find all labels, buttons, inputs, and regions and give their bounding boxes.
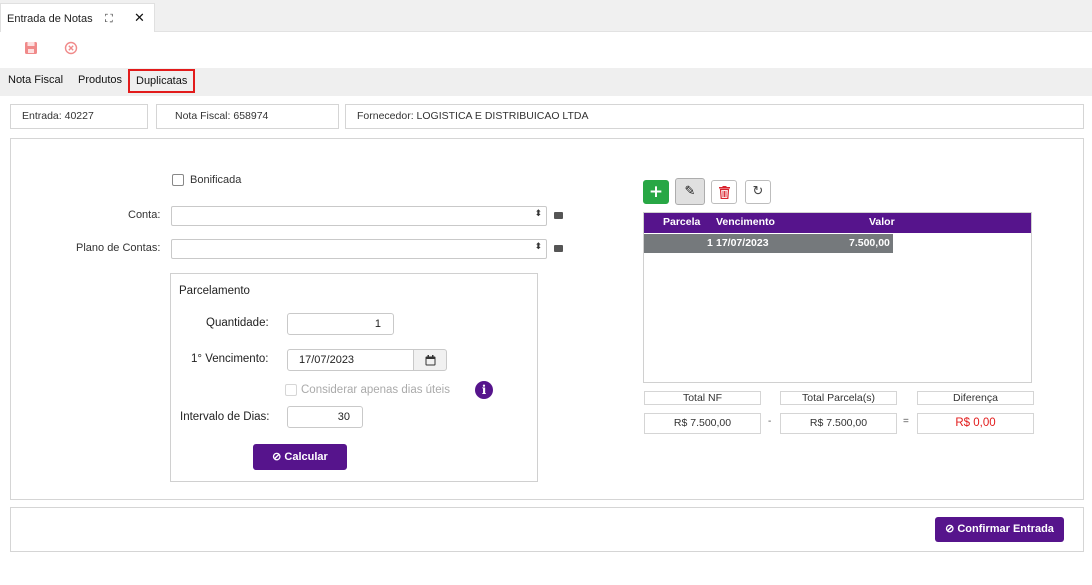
info-icon[interactable]: i — [475, 381, 493, 399]
calendar-icon — [425, 355, 436, 366]
cancel-icon[interactable] — [64, 41, 78, 55]
entrada-label: Entrada: — [22, 110, 62, 122]
grid-header: Parcela Vencimento Valor — [644, 213, 1031, 233]
equals-sign: = — [903, 416, 909, 427]
refresh-icon: ↻ — [752, 184, 764, 199]
list-icon[interactable] — [554, 212, 563, 219]
fornecedor-info: Fornecedor: LOGISTICA E DISTRIBUICAO LTD… — [345, 104, 1084, 129]
intervalo-label: Intervalo de Dias: — [180, 411, 270, 423]
parcelamento-title: Parcelamento — [179, 285, 250, 297]
total-nf-value: R$ 7.500,00 — [644, 413, 761, 434]
dias-uteis-label: Considerar apenas dias úteis — [301, 384, 450, 396]
total-parcelas-label: Total Parcela(s) — [780, 391, 897, 405]
edit-button[interactable]: ✎ — [675, 178, 705, 205]
plano-contas-label: Plano de Contas: — [76, 242, 161, 254]
sort-icon: ⬍ — [534, 242, 542, 252]
calendar-button[interactable] — [413, 349, 447, 371]
add-button[interactable]: + — [643, 180, 669, 204]
plus-icon: + — [648, 182, 664, 202]
bonificada-label: Bonificada — [190, 174, 242, 186]
refresh-button[interactable]: ↻ — [745, 180, 771, 204]
fornecedor-value: LOGISTICA E DISTRIBUICAO LTDA — [416, 110, 589, 122]
window-tab-bar: Entrada de Notas ⛶ ✕ — [0, 0, 1092, 32]
section-tabs: Nota Fiscal Produtos Duplicatas — [0, 68, 1092, 96]
intervalo-input[interactable]: 30 — [287, 406, 363, 428]
nota-fiscal-label: Nota Fiscal: — [175, 110, 231, 122]
total-parcelas-value: R$ 7.500,00 — [780, 413, 897, 434]
trash-icon — [719, 186, 730, 199]
cell-parcela: 1 — [707, 237, 713, 249]
cell-valor: 7.500,00 — [849, 237, 890, 249]
parcelamento-panel — [170, 273, 538, 482]
column-header-vencimento[interactable]: Vencimento — [716, 216, 775, 228]
diferenca-label: Diferença — [917, 391, 1034, 405]
duplicatas-grid: Parcela Vencimento Valor 1 17/07/2023 7.… — [643, 212, 1032, 383]
entrada-value: 40227 — [64, 110, 94, 122]
nota-fiscal-info: Nota Fiscal: 658974 — [156, 104, 339, 129]
tab-duplicatas[interactable]: Duplicatas — [128, 69, 196, 93]
total-nf-label: Total NF — [644, 391, 761, 405]
vencimento-input[interactable]: 17/07/2023 — [287, 349, 414, 371]
confirmar-entrada-label: Confirmar Entrada — [957, 523, 1054, 535]
cell-vencimento: 17/07/2023 — [716, 237, 769, 249]
calcular-button[interactable]: ⊘ Calcular — [253, 444, 347, 470]
confirmar-entrada-button[interactable]: ⊘ Confirmar Entrada — [935, 517, 1064, 542]
plano-contas-select[interactable]: ⬍ — [171, 239, 547, 259]
diferenca-value: R$ 0,00 — [917, 413, 1034, 434]
entrada-info: Entrada: 40227 — [10, 104, 148, 129]
expand-icon[interactable]: ⛶ — [105, 12, 113, 26]
list-icon[interactable] — [554, 245, 563, 252]
dias-uteis-checkbox[interactable] — [285, 384, 297, 396]
calcular-label: Calcular — [284, 451, 328, 463]
edit-icon: ✎ — [684, 184, 696, 199]
footer-panel — [10, 507, 1084, 552]
minus-sign: - — [768, 416, 772, 427]
save-icon[interactable] — [24, 41, 38, 55]
tab-nota-fiscal[interactable]: Nota Fiscal — [8, 73, 63, 93]
tab-produtos[interactable]: Produtos — [78, 73, 122, 93]
vencimento-label: 1° Vencimento: — [191, 353, 269, 365]
bonificada-checkbox[interactable] — [172, 174, 184, 186]
sort-icon: ⬍ — [534, 209, 542, 219]
conta-select[interactable]: ⬍ — [171, 206, 547, 226]
check-circle-icon: ⊘ — [945, 523, 955, 535]
column-header-valor[interactable]: Valor — [869, 216, 895, 228]
table-row[interactable]: 1 17/07/2023 7.500,00 — [644, 234, 893, 253]
quantidade-label: Quantidade: — [206, 317, 269, 329]
check-circle-icon: ⊘ — [272, 451, 282, 463]
window-tab-entrada-notas[interactable]: Entrada de Notas ⛶ ✕ — [0, 3, 155, 32]
nota-fiscal-value: 658974 — [233, 110, 269, 122]
fornecedor-label: Fornecedor: — [357, 110, 414, 122]
window-tab-title: Entrada de Notas — [7, 13, 93, 25]
column-header-parcela[interactable]: Parcela — [663, 216, 700, 228]
delete-button[interactable] — [711, 180, 737, 204]
close-icon[interactable]: ✕ — [134, 11, 145, 26]
quantidade-input[interactable]: 1 — [287, 313, 394, 335]
conta-label: Conta: — [128, 209, 161, 221]
